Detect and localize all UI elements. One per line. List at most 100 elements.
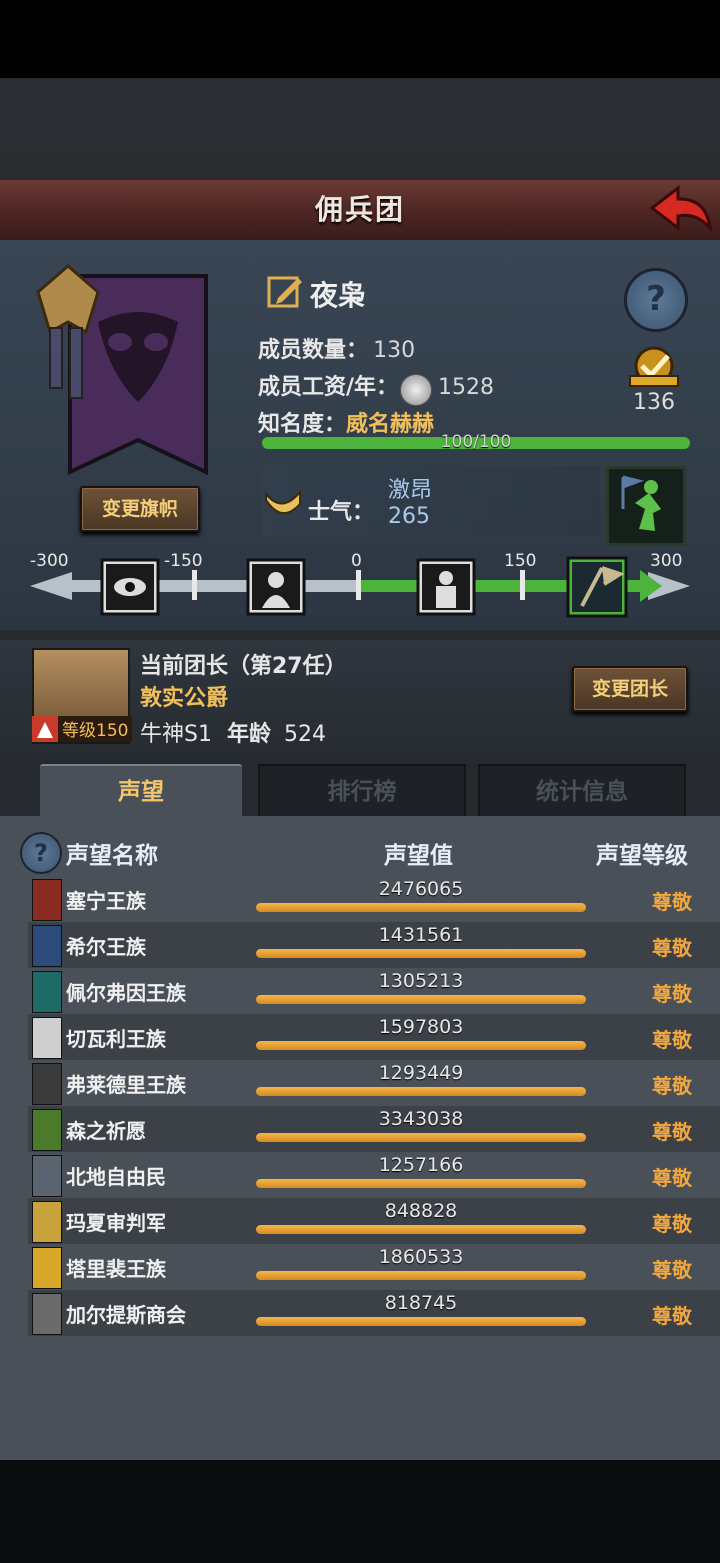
reputation-bar	[256, 903, 586, 912]
wage-row: 成员工资/年： 1528	[258, 369, 494, 406]
fame-progress-text: 100/100	[440, 432, 512, 452]
morale-stage-rally-icon	[566, 556, 628, 618]
page-title: 佣兵团	[314, 193, 405, 226]
header-reputation-value: 声望值	[384, 843, 453, 869]
reputation-row[interactable]: 加尔提斯商会 818745 尊敬	[28, 1290, 720, 1336]
faction-emblem-icon	[32, 971, 62, 1013]
faction-name: 希尔王族	[66, 935, 146, 959]
guild-name: 夜枭	[310, 279, 367, 312]
wage-value: 1528	[438, 375, 495, 400]
morale-label: 士气：	[308, 500, 375, 525]
reputation-bar	[256, 1133, 586, 1142]
faction-name: 加尔提斯商会	[66, 1303, 186, 1327]
member-count-value: 130	[373, 338, 416, 363]
badge-count: 136	[633, 390, 675, 415]
reputation-row[interactable]: 切瓦利王族 1597803 尊敬	[28, 1014, 720, 1060]
leader-zodiac: 牛神S1	[140, 722, 212, 747]
member-count-row: 成员数量： 130	[258, 332, 415, 364]
guild-banner-owl-icon	[36, 264, 208, 476]
status-bar-area	[0, 0, 720, 78]
leader-age-label: 年龄	[226, 722, 271, 747]
tab-statistics[interactable]: 统计信息	[478, 764, 686, 820]
leader-age-value: 524	[283, 722, 326, 747]
level-text: 等级150	[62, 721, 128, 741]
reputation-value: 818745	[384, 1292, 458, 1314]
reputation-row[interactable]: 佩尔弗因王族 1305213 尊敬	[28, 968, 720, 1014]
reputation-value: 3343038	[378, 1108, 464, 1130]
reputation-level: 尊敬	[652, 1258, 692, 1282]
reputation-value: 1860533	[378, 1246, 464, 1268]
reputation-row[interactable]: 塞宁王族 2476065 尊敬	[28, 876, 720, 922]
reputation-level: 尊敬	[652, 1120, 692, 1144]
faction-name: 佩尔弗因王族	[66, 981, 186, 1005]
reputation-bar	[256, 1271, 586, 1280]
morale-scale: -300 -150 0 150 300	[30, 551, 690, 618]
tab-ranking[interactable]: 排行榜	[258, 764, 466, 820]
faction-emblem-icon	[32, 1109, 62, 1151]
back-arrow-icon[interactable]	[648, 184, 712, 236]
reputation-row[interactable]: 北地自由民 1257166 尊敬	[28, 1152, 720, 1198]
faction-emblem-icon	[32, 925, 62, 967]
reputation-level: 尊敬	[652, 1074, 692, 1098]
faction-emblem-icon	[32, 1063, 62, 1105]
reputation-level: 尊敬	[652, 1212, 692, 1236]
leader-details: 牛神S1 年龄 524	[140, 716, 326, 748]
leader-title: 当前团长（第27任）	[140, 654, 347, 679]
faction-emblem-icon	[32, 1293, 62, 1335]
reputation-bar	[256, 1087, 586, 1096]
morale-stage-eye-icon	[100, 558, 160, 616]
reputation-row[interactable]: 森之祈愿 3343038 尊敬	[28, 1106, 720, 1152]
reputation-row[interactable]: 弗莱德里王族 1293449 尊敬	[28, 1060, 720, 1106]
scale-tick-label: 150	[504, 551, 536, 571]
reputation-value: 1431561	[378, 924, 464, 946]
horn-icon	[265, 489, 301, 514]
reputation-level: 尊敬	[652, 1304, 692, 1328]
reputation-value: 2476065	[378, 878, 464, 900]
member-count-label: 成员数量：	[258, 338, 369, 363]
reputation-row[interactable]: 希尔王族 1431561 尊敬	[28, 922, 720, 968]
bottom-bar	[0, 1460, 720, 1563]
reputation-value: 1293449	[378, 1062, 464, 1084]
leader-name: 敦实公爵	[140, 686, 229, 711]
change-banner-button[interactable]: 变更旗帜	[80, 486, 200, 532]
morale-stage-calm-icon	[416, 558, 476, 616]
checkmark-badge-icon[interactable]	[624, 344, 684, 394]
reputation-level: 尊敬	[652, 1166, 692, 1190]
reputation-row[interactable]: 玛夏审判军 848828 尊敬	[28, 1198, 720, 1244]
scale-tick-label: 300	[650, 551, 682, 571]
faction-emblem-icon	[32, 879, 62, 921]
scale-tick-label: 0	[351, 551, 362, 571]
help-icon[interactable]: ?	[624, 268, 688, 332]
change-leader-button[interactable]: 变更团长	[572, 666, 688, 712]
reputation-help-icon[interactable]: ?	[20, 832, 62, 874]
morale-state: 激昂	[388, 478, 433, 503]
morale-value: 265	[388, 504, 430, 529]
reputation-bar	[256, 1041, 586, 1050]
faction-name: 北地自由民	[66, 1165, 166, 1189]
faction-name: 塔里裴王族	[66, 1257, 166, 1281]
faction-emblem-icon	[32, 1247, 62, 1289]
morale-stage-despair-icon	[246, 558, 306, 616]
reputation-level: 尊敬	[652, 936, 692, 960]
header-reputation-level: 声望等级	[596, 843, 688, 869]
faction-name: 塞宁王族	[66, 889, 146, 913]
morale-status-icon[interactable]	[606, 466, 686, 546]
edit-name-icon[interactable]	[266, 272, 304, 310]
reputation-level: 尊敬	[652, 890, 692, 914]
faction-name: 切瓦利王族	[66, 1027, 166, 1051]
level-badge: 等级150	[32, 716, 132, 742]
reputation-bar	[256, 1225, 586, 1234]
faction-name: 弗莱德里王族	[66, 1073, 186, 1097]
reputation-row[interactable]: 塔里裴王族 1860533 尊敬	[28, 1244, 720, 1290]
faction-emblem-icon	[32, 1155, 62, 1197]
reputation-bar	[256, 949, 586, 958]
reputation-bar	[256, 1179, 586, 1188]
reputation-bar	[256, 995, 586, 1004]
header-reputation-name: 声望名称	[66, 843, 158, 869]
reputation-value: 1597803	[378, 1016, 464, 1038]
reputation-level: 尊敬	[652, 982, 692, 1006]
reputation-level: 尊敬	[652, 1028, 692, 1052]
reputation-value: 848828	[384, 1200, 458, 1222]
tab-reputation[interactable]: 声望	[40, 764, 242, 820]
reputation-value: 1305213	[378, 970, 464, 992]
